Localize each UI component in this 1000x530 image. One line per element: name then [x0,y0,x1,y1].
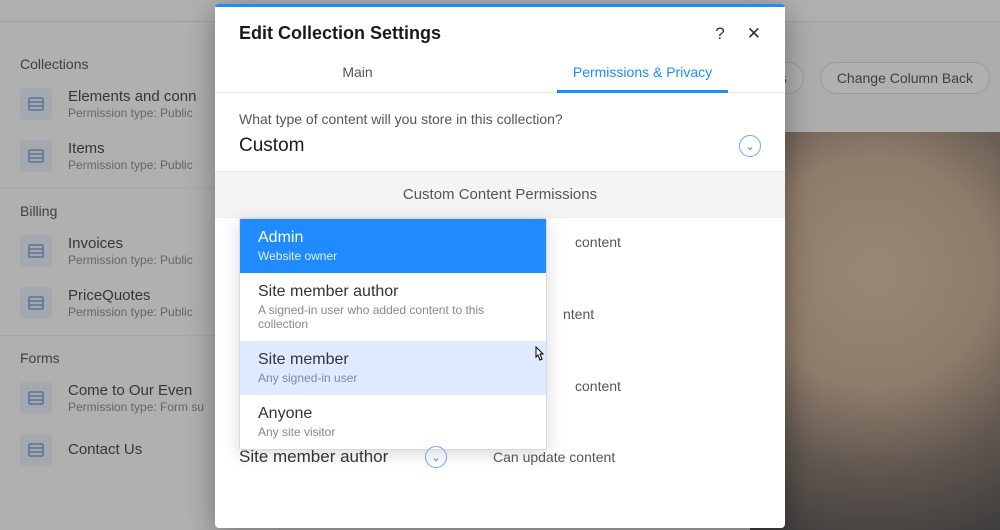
edit-collection-settings-modal: Edit Collection Settings ? ✕ Main Permis… [215,4,785,528]
tab-main[interactable]: Main [215,54,500,92]
perm-can: Can update content [493,449,615,465]
role-dropdown[interactable]: Admin Website owner Site member author A… [239,218,547,450]
dropdown-option-anyone[interactable]: Anyone Any site visitor [240,395,546,449]
option-title: Admin [258,229,528,247]
tab-permissions[interactable]: Permissions & Privacy [500,54,785,92]
modal-help-icon[interactable]: ? [715,24,724,44]
option-subtitle: Any site visitor [258,425,528,439]
perm-row-fragment: content [575,378,621,394]
chevron-down-icon[interactable]: ⌄ [425,446,447,468]
content-type-value: Custom [239,135,304,157]
option-subtitle: Website owner [258,249,528,263]
content-type-select[interactable]: Custom ⌄ [239,135,761,157]
option-title: Site member author [258,283,528,301]
dropdown-option-admin[interactable]: Admin Website owner [240,219,546,273]
option-subtitle: A signed-in user who added content to th… [258,303,528,331]
perm-who: Site member author [239,447,419,467]
modal-close-icon[interactable]: ✕ [747,24,761,44]
perm-row-fragment: content [575,234,621,250]
dropdown-option-site-member-author[interactable]: Site member author A signed-in user who … [240,273,546,341]
section-heading: Custom Content Permissions [215,171,785,218]
content-type-question: What type of content will you store in t… [239,111,761,127]
option-title: Site member [258,351,528,369]
chevron-down-icon[interactable]: ⌄ [739,135,761,157]
option-title: Anyone [258,405,528,423]
modal-title: Edit Collection Settings [239,23,441,44]
dropdown-option-site-member[interactable]: Site member Any signed-in user [240,341,546,395]
option-subtitle: Any signed-in user [258,371,528,385]
perm-row-fragment: ntent [563,306,594,322]
